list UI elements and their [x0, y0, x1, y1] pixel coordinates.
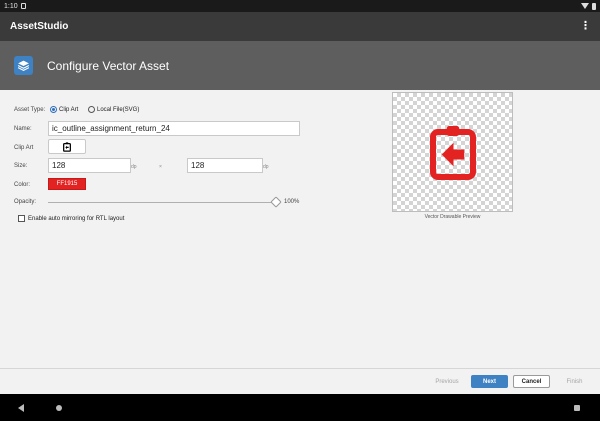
- radio-local-file[interactable]: Local File(SVG): [88, 106, 139, 113]
- app-title: AssetStudio: [10, 21, 69, 32]
- preview-caption: Vector Drawable Preview: [424, 214, 481, 220]
- color-value: FF1915: [56, 181, 78, 187]
- color-swatch-button[interactable]: FF1915: [48, 178, 86, 190]
- assignment-return-icon: [429, 126, 476, 180]
- previous-button[interactable]: Previous: [427, 375, 467, 388]
- vector-preview: [392, 92, 513, 212]
- width-input[interactable]: 128: [48, 158, 131, 173]
- color-label: Color:: [14, 182, 31, 188]
- size-label: Size:: [14, 163, 28, 169]
- auto-mirror-checkbox[interactable]: Enable auto mirroring for RTL layout: [18, 215, 124, 222]
- radio-indicator-selected: [50, 106, 57, 113]
- system-nav-bar: [0, 394, 600, 421]
- app-bar: AssetStudio ⋮: [0, 12, 600, 41]
- name-label: Name:: [14, 126, 32, 132]
- sd-card-icon: [20, 3, 26, 9]
- wizard-banner: Configure Vector Asset: [0, 41, 600, 90]
- battery-icon: [592, 2, 596, 10]
- clip-art-label: Clip Art: [14, 145, 34, 151]
- back-icon[interactable]: [8, 394, 34, 421]
- page-title: Configure Vector Asset: [47, 58, 170, 73]
- name-input-value: ic_outline_assignment_return_24: [52, 124, 170, 133]
- radio-clip-art-label: Clip Art: [59, 106, 79, 113]
- opacity-label: Opacity:: [14, 199, 37, 205]
- width-unit: dp: [131, 164, 137, 170]
- height-unit: dp: [263, 164, 269, 170]
- finish-button[interactable]: Finish: [556, 375, 593, 388]
- opacity-slider-thumb[interactable]: [270, 196, 282, 208]
- checkbox-box: [18, 215, 25, 222]
- radio-indicator: [88, 106, 95, 113]
- clip-art-button[interactable]: [48, 139, 86, 154]
- status-time: 1:10: [4, 2, 18, 10]
- height-input[interactable]: 128: [187, 158, 263, 173]
- wizard-footer: Previous Next Cancel Finish: [0, 368, 600, 394]
- layers-icon: [14, 56, 33, 75]
- assignment-return-icon: [63, 141, 71, 152]
- status-icons: [581, 2, 596, 10]
- config-form: Asset Type: Clip Art Local File(SVG) Nam…: [0, 90, 600, 368]
- home-icon[interactable]: [46, 394, 72, 421]
- wifi-icon: [581, 3, 589, 9]
- cancel-button[interactable]: Cancel: [513, 375, 550, 388]
- width-input-value: 128: [52, 161, 66, 170]
- radio-clip-art[interactable]: Clip Art: [50, 106, 78, 113]
- radio-local-file-label: Local File(SVG): [97, 106, 140, 113]
- recents-icon[interactable]: [564, 394, 590, 421]
- status-bar: 1:10: [0, 0, 600, 12]
- asset-type-label: Asset Type:: [14, 107, 46, 113]
- overflow-menu-icon[interactable]: ⋮: [580, 21, 591, 32]
- opacity-value: 100%: [284, 199, 300, 205]
- opacity-slider-track[interactable]: [48, 202, 276, 203]
- height-input-value: 128: [191, 161, 205, 170]
- auto-mirror-label: Enable auto mirroring for RTL layout: [28, 215, 125, 222]
- name-input[interactable]: ic_outline_assignment_return_24: [48, 121, 300, 136]
- size-times-sign: ×: [159, 164, 162, 170]
- next-button[interactable]: Next: [471, 375, 508, 388]
